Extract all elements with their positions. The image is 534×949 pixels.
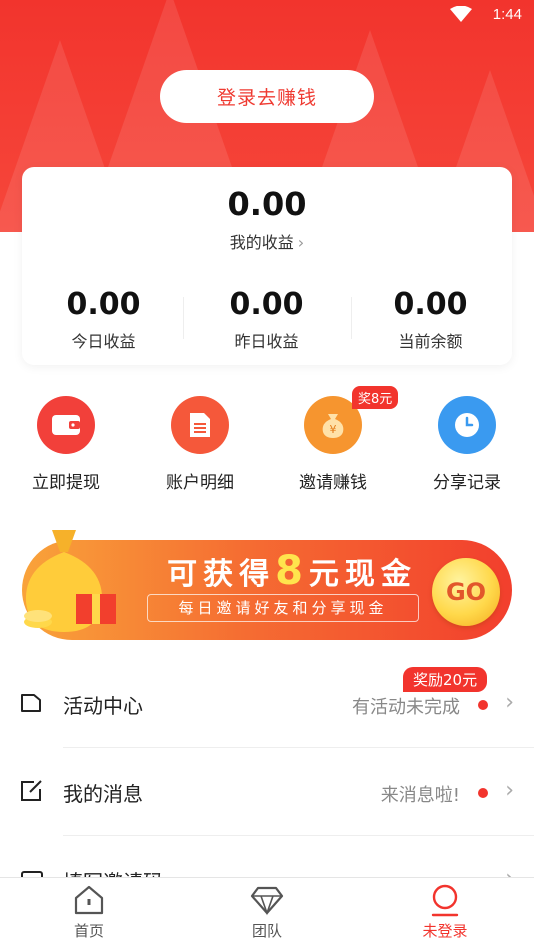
nav-label: 未登录: [422, 922, 468, 940]
quick-action-label: 账户明细: [166, 473, 234, 493]
stat-today: 0.00 今日收益: [22, 287, 185, 352]
nav-label: 团队: [251, 922, 282, 940]
unread-dot: [478, 788, 488, 798]
clock-icon: [438, 396, 496, 454]
status-bar: 1:44: [0, 0, 534, 30]
banner-subtitle: 每日邀请好友和分享现金: [147, 594, 419, 622]
account-details-button[interactable]: 账户明细: [140, 396, 260, 493]
stat-value: 0.00: [66, 287, 141, 322]
invite-earn-button[interactable]: ¥ 邀请赚钱: [273, 396, 393, 493]
stat-label: 今日收益: [71, 332, 136, 351]
home-icon: [74, 885, 104, 915]
invite-banner[interactable]: 可获得8元现金 每日邀请好友和分享现金 GO: [22, 530, 512, 640]
go-button[interactable]: GO: [432, 558, 500, 626]
nav-profile[interactable]: 未登录: [356, 878, 534, 949]
banner-title: 可获得8元现金: [152, 548, 432, 594]
my-earnings-link[interactable]: 我的收益 ›: [22, 229, 512, 253]
stat-label: 当前余额: [398, 332, 463, 351]
status-time: 1:44: [492, 6, 522, 23]
stat-yesterday: 0.00 昨日收益: [185, 287, 348, 352]
banner-title-number: 8: [275, 548, 309, 594]
banner-title-prefix: 可获得: [167, 557, 276, 592]
share-records-button[interactable]: 分享记录: [407, 396, 527, 493]
stat-balance: 0.00 当前余额: [349, 287, 512, 352]
list-item-my-messages[interactable]: 我的消息 来消息啦! ›: [0, 748, 534, 836]
nav-team[interactable]: 团队: [178, 878, 356, 949]
quick-action-label: 邀请赚钱: [299, 473, 367, 493]
quick-action-label: 分享记录: [433, 473, 501, 493]
chevron-right-icon: ›: [297, 233, 305, 252]
list-item-hint: 来消息啦!: [380, 785, 460, 806]
chevron-right-icon: ›: [505, 778, 514, 803]
list-item-hint: 有活动未完成: [352, 697, 460, 718]
svg-text:¥: ¥: [330, 423, 337, 436]
list-item-title: 活动中心: [63, 694, 143, 718]
my-earnings-label: 我的收益: [229, 233, 294, 252]
list-item-activity-center[interactable]: 活动中心 有活动未完成 ›: [0, 660, 534, 748]
folder-icon: [21, 694, 41, 712]
withdraw-button[interactable]: 立即提现: [6, 396, 126, 493]
earnings-card: 0.00 我的收益 › 0.00 今日收益 0.00 昨日收益 0.00 当前余额: [22, 167, 512, 365]
stat-value: 0.00: [393, 287, 468, 322]
bottom-nav: 首页 团队 未登录: [0, 877, 534, 949]
total-earnings-value: 0.00: [227, 185, 307, 223]
wallet-icon: [37, 396, 95, 454]
money-bag-illustration: [24, 530, 116, 632]
invite-reward-badge: 奖8元: [352, 386, 399, 409]
edit-message-icon: [21, 780, 42, 801]
stat-label: 昨日收益: [234, 332, 299, 351]
wifi-icon: [450, 6, 472, 22]
document-icon: [171, 396, 229, 454]
banner-title-suffix: 元现金: [308, 557, 417, 592]
nav-home[interactable]: 首页: [0, 878, 178, 949]
stat-value: 0.00: [229, 287, 304, 322]
user-icon: [431, 884, 459, 917]
diamond-icon: [250, 886, 284, 916]
nav-label: 首页: [73, 922, 104, 940]
login-button[interactable]: 登录去赚钱: [160, 70, 374, 123]
unread-dot: [478, 700, 488, 710]
divider: [183, 297, 184, 339]
list-item-title: 我的消息: [63, 782, 143, 806]
chevron-right-icon: ›: [505, 690, 514, 715]
quick-action-label: 立即提现: [32, 473, 100, 493]
